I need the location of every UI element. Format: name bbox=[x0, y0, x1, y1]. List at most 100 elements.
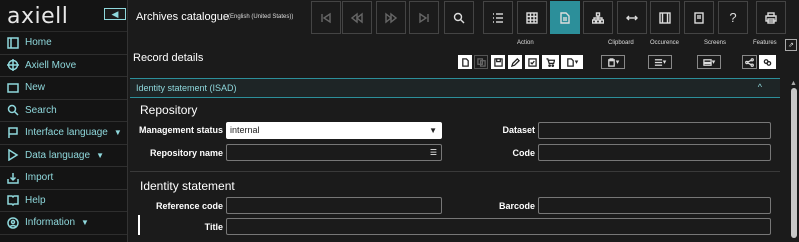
top-toolbar: Archives catalogue (English (United Stat… bbox=[128, 0, 799, 36]
check-button[interactable] bbox=[525, 55, 539, 69]
sidebar: axiell ◀ Home Axiell Move New Search Int… bbox=[0, 0, 128, 242]
search-icon bbox=[453, 12, 465, 23]
external-link-button[interactable]: ⇗ bbox=[785, 39, 797, 51]
hierarchy-icon bbox=[592, 11, 604, 24]
code-field[interactable] bbox=[538, 144, 771, 161]
book-view-button[interactable] bbox=[684, 1, 714, 34]
list-view-button[interactable] bbox=[483, 1, 513, 34]
import-icon bbox=[6, 171, 19, 184]
sidebar-item-import[interactable]: Import bbox=[0, 167, 127, 190]
title-label: Title bbox=[204, 222, 223, 232]
clipboard-group-label: Clipboard bbox=[608, 40, 634, 46]
list-icon[interactable]: ☰ bbox=[430, 145, 437, 160]
export-dropdown[interactable]: ▾ bbox=[561, 55, 583, 69]
rewind-icon bbox=[351, 12, 363, 23]
link-icon bbox=[763, 58, 772, 66]
sidebar-item-help[interactable]: Help bbox=[0, 190, 127, 212]
skip-first-icon bbox=[321, 12, 331, 23]
first-record-button[interactable] bbox=[311, 1, 341, 34]
list-icon bbox=[654, 58, 662, 66]
chevron-up-icon[interactable]: ^ bbox=[758, 82, 762, 92]
sidebar-item-label: Help bbox=[25, 194, 46, 206]
record-form: Identity statement (ISAD) ^ Repository M… bbox=[130, 78, 787, 242]
edit-button[interactable] bbox=[508, 55, 522, 69]
save-icon bbox=[493, 57, 503, 67]
book-icon bbox=[694, 11, 704, 24]
scrollbar[interactable]: ▲ bbox=[789, 78, 799, 242]
repository-name-label: Repository name bbox=[149, 148, 223, 158]
print-button[interactable] bbox=[756, 1, 786, 34]
help-button[interactable]: ? bbox=[718, 1, 748, 34]
occurrence-dropdown[interactable]: ▾ bbox=[648, 55, 672, 69]
new-record-button[interactable] bbox=[458, 55, 472, 69]
management-status-value: internal bbox=[230, 125, 260, 135]
detail-view-button[interactable] bbox=[550, 1, 580, 34]
scrollbar-thumb[interactable] bbox=[791, 88, 797, 238]
chevron-down-icon: ▾ bbox=[662, 59, 667, 66]
action-group-label: Action bbox=[517, 40, 534, 46]
printer-icon bbox=[765, 11, 777, 24]
collapse-sidebar-button[interactable]: ◀ bbox=[104, 8, 126, 20]
new-icon bbox=[6, 81, 19, 94]
sidebar-item-label: Import bbox=[25, 172, 54, 184]
language-indicator: (English (United States)) bbox=[228, 14, 294, 20]
barcode-field[interactable] bbox=[538, 197, 771, 214]
sidebar-item-axiell-move[interactable]: Axiell Move bbox=[0, 55, 127, 77]
chevron-down-icon: ▼ bbox=[113, 128, 122, 138]
logo-row: axiell ◀ bbox=[0, 0, 127, 32]
chevron-down-icon: ▼ bbox=[81, 218, 89, 228]
share-button[interactable] bbox=[742, 55, 757, 69]
share-icon bbox=[745, 57, 754, 67]
screen-icon bbox=[703, 58, 712, 66]
sidebar-item-label: Axiell Move bbox=[25, 59, 77, 71]
list-icon bbox=[493, 12, 503, 23]
clipboard-dropdown[interactable]: ▾ bbox=[601, 55, 625, 69]
barcode-label: Barcode bbox=[498, 201, 535, 211]
next-record-button[interactable] bbox=[376, 1, 406, 34]
repository-name-field[interactable]: ☰ bbox=[226, 144, 442, 161]
sidebar-item-label: Information bbox=[25, 217, 76, 229]
sidebar-item-label: Interface language bbox=[25, 127, 108, 139]
cart-icon bbox=[546, 57, 555, 67]
last-record-button[interactable] bbox=[409, 1, 439, 34]
chevron-down-icon: ▼ bbox=[96, 150, 104, 160]
management-status-select[interactable]: internal ▼ bbox=[226, 122, 442, 139]
flag-icon bbox=[6, 126, 19, 139]
reference-code-field[interactable] bbox=[226, 197, 442, 214]
record-details-title: Record details bbox=[133, 52, 204, 64]
sidebar-item-data-language[interactable]: Data language ▼ bbox=[0, 145, 127, 167]
code-label: Code bbox=[512, 148, 536, 158]
grid-view-button[interactable] bbox=[517, 1, 547, 34]
copy-record-button[interactable] bbox=[474, 55, 488, 69]
hierarchy-view-button[interactable] bbox=[583, 1, 613, 34]
clipboard-icon bbox=[607, 57, 615, 67]
sidebar-item-interface-language[interactable]: Interface language ▼ bbox=[0, 122, 127, 145]
save-button[interactable] bbox=[491, 55, 505, 69]
sidebar-item-home[interactable]: Home bbox=[0, 32, 127, 55]
add-to-basket-button[interactable] bbox=[542, 55, 559, 69]
reference-code-label: Reference code bbox=[155, 201, 223, 211]
expand-button[interactable] bbox=[617, 1, 647, 34]
sidebar-item-search[interactable]: Search bbox=[0, 100, 127, 122]
chevron-down-icon: ▾ bbox=[711, 59, 716, 66]
media-view-button[interactable] bbox=[650, 1, 680, 34]
occurrence-group-label: Occurence bbox=[650, 40, 680, 46]
sidebar-item-new[interactable]: New bbox=[0, 77, 127, 100]
identity-statement-heading: Identity statement bbox=[140, 179, 235, 193]
link-button[interactable] bbox=[759, 55, 776, 69]
chevron-down-icon: ▾ bbox=[574, 59, 579, 66]
sidebar-item-information[interactable]: Information ▼ bbox=[0, 212, 127, 235]
previous-record-button[interactable] bbox=[342, 1, 372, 34]
scroll-up-icon[interactable]: ▲ bbox=[790, 80, 797, 87]
sidebar-item-label: New bbox=[25, 82, 46, 94]
book-icon bbox=[6, 194, 19, 207]
document-icon bbox=[560, 11, 570, 24]
screens-dropdown[interactable]: ▾ bbox=[697, 55, 721, 69]
section-header[interactable]: Identity statement (ISAD) ^ bbox=[130, 78, 780, 98]
title-field[interactable] bbox=[226, 218, 771, 235]
dataset-field[interactable] bbox=[538, 122, 771, 139]
search-button[interactable] bbox=[444, 1, 474, 34]
app-title: Archives catalogue bbox=[136, 11, 229, 23]
features-group-label: Features bbox=[753, 40, 777, 46]
screens-group-label: Screens bbox=[704, 40, 727, 46]
